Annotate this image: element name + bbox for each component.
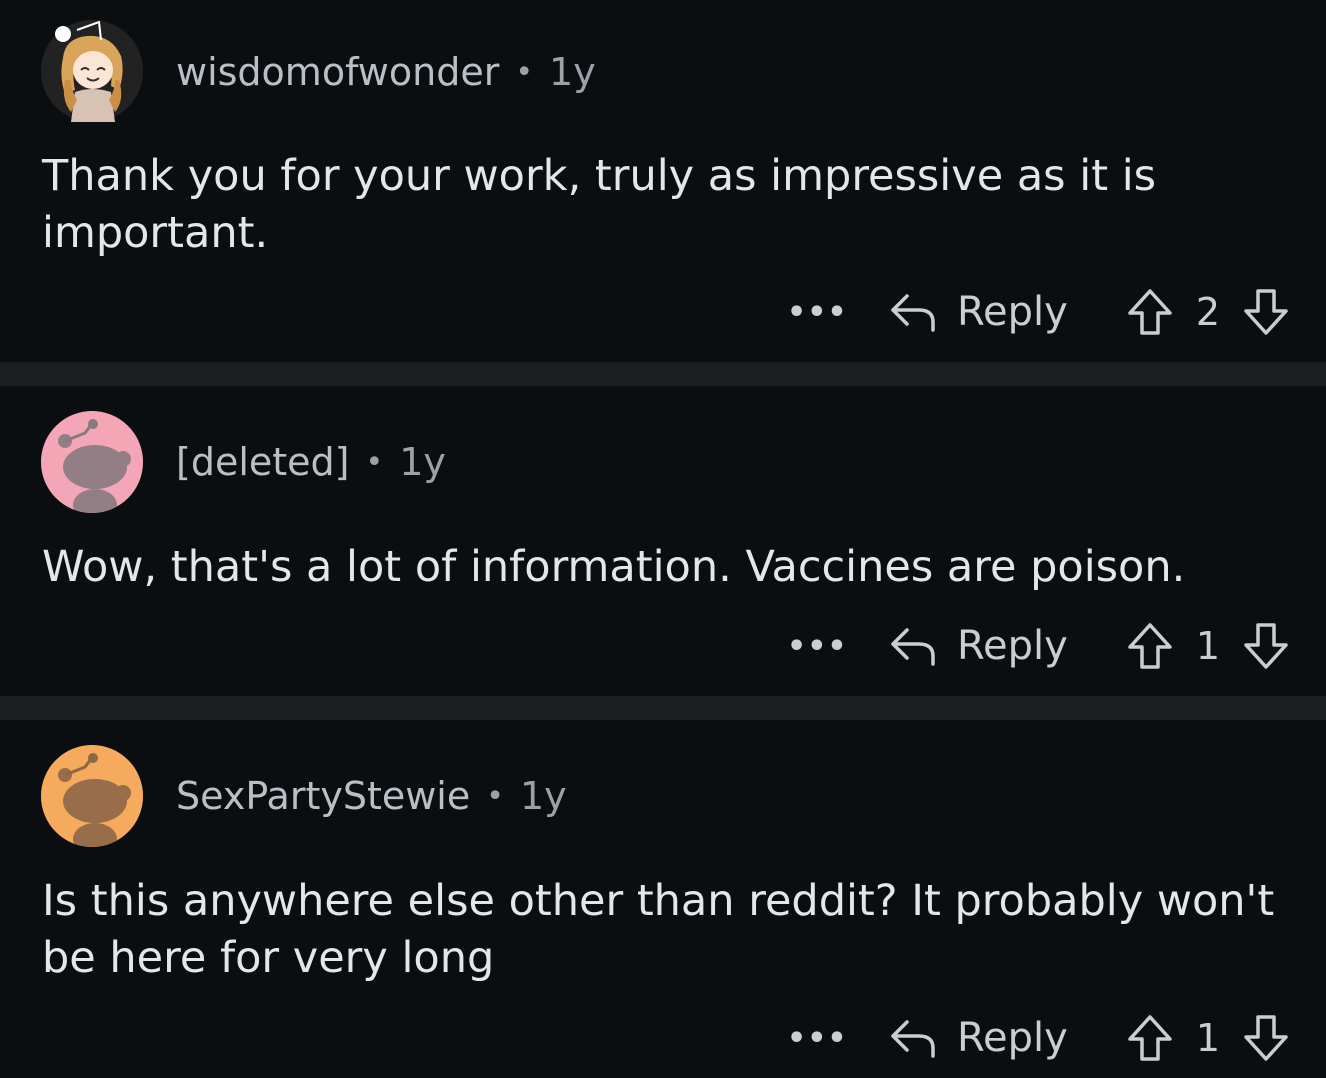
downvote-icon[interactable] xyxy=(1242,621,1290,671)
comment-meta: [deleted] • 1y xyxy=(176,440,446,484)
comment-body: Is this anywhere else other than reddit?… xyxy=(42,876,1275,983)
comment: [deleted] • 1y Wow, that's a lot of info… xyxy=(0,386,1326,696)
user-avatar[interactable] xyxy=(41,20,143,122)
downvote-icon[interactable] xyxy=(1242,1013,1290,1063)
separator-dot: • xyxy=(365,444,384,480)
comment-body: Wow, that's a lot of information. Vaccin… xyxy=(42,542,1186,592)
user-avatar[interactable] xyxy=(41,745,143,847)
reply-button[interactable]: Reply xyxy=(889,289,1068,335)
comment-body: Thank you for your work, truly as impres… xyxy=(42,151,1157,258)
reply-arrow-icon xyxy=(889,290,937,334)
separator-dot: • xyxy=(486,778,504,814)
upvote-icon[interactable] xyxy=(1126,621,1174,671)
comment-age: 1y xyxy=(399,440,446,484)
reply-arrow-icon xyxy=(889,1016,937,1060)
reply-label: Reply xyxy=(957,289,1068,335)
upvote-icon[interactable] xyxy=(1126,1013,1174,1063)
downvote-icon[interactable] xyxy=(1242,287,1290,337)
username-link[interactable]: SexPartyStewie xyxy=(176,774,470,818)
user-avatar[interactable] xyxy=(41,411,143,513)
reply-label: Reply xyxy=(957,1015,1068,1061)
vote-controls: 1 xyxy=(1126,1013,1290,1063)
comment-actions: ••• Reply 2 xyxy=(787,282,1290,342)
comment-feed: wisdomofwonder • 1y Thank you for your w… xyxy=(0,0,1326,1078)
comment-divider xyxy=(0,696,1326,720)
snoo-avatar-icon xyxy=(41,745,143,847)
comment-age: 1y xyxy=(519,774,567,818)
comment-divider xyxy=(0,362,1326,386)
vote-score: 1 xyxy=(1195,1016,1220,1060)
more-options-button[interactable]: ••• xyxy=(787,1021,847,1056)
vote-controls: 1 xyxy=(1126,621,1290,671)
vote-controls: 2 xyxy=(1126,287,1290,337)
username-link[interactable]: wisdomofwonder xyxy=(176,50,499,94)
more-options-button[interactable]: ••• xyxy=(787,295,847,330)
snoo-avatar-icon xyxy=(41,411,143,513)
comment-actions: ••• Reply 1 xyxy=(787,616,1290,676)
reply-label: Reply xyxy=(957,623,1068,669)
custom-avatar-icon xyxy=(41,20,143,122)
reply-button[interactable]: Reply xyxy=(889,1015,1068,1061)
separator-dot: • xyxy=(515,54,534,90)
vote-score: 2 xyxy=(1195,290,1220,334)
comment-meta: SexPartyStewie • 1y xyxy=(176,774,567,818)
comment-actions: ••• Reply 1 xyxy=(787,1008,1290,1068)
vote-score: 1 xyxy=(1195,624,1220,668)
more-options-button[interactable]: ••• xyxy=(787,629,847,664)
comment: SexPartyStewie • 1y Is this anywhere els… xyxy=(0,720,1326,1078)
reply-arrow-icon xyxy=(889,624,937,668)
upvote-icon[interactable] xyxy=(1126,287,1174,337)
reply-button[interactable]: Reply xyxy=(889,623,1068,669)
comment-meta: wisdomofwonder • 1y xyxy=(176,50,596,94)
username-link[interactable]: [deleted] xyxy=(176,440,350,484)
comment-age: 1y xyxy=(549,50,596,94)
comment: wisdomofwonder • 1y Thank you for your w… xyxy=(0,0,1326,362)
